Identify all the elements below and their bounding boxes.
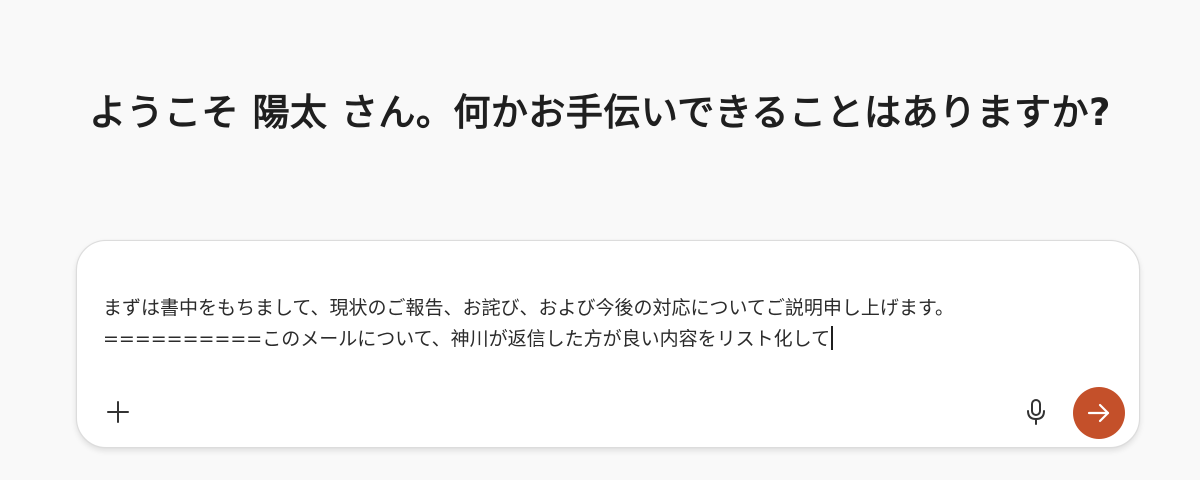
send-button[interactable] [1073, 387, 1125, 439]
message-line-1: まずは書中をもちまして、現状のご報告、お詫び、および今後の対応についてご説明申し… [103, 297, 955, 319]
message-composer[interactable]: まずは書中をもちまして、現状のご報告、お詫び、および今後の対応についてご説明申し… [76, 240, 1140, 448]
message-input[interactable]: まずは書中をもちまして、現状のご報告、お詫び、および今後の対応についてご説明申し… [103, 293, 1103, 355]
text-caret [831, 326, 834, 350]
chat-home: ようこそ 陽太 さん。何かお手伝いできることはありますか? まずは書中をもちまし… [0, 0, 1200, 480]
arrow-right-icon [1087, 403, 1110, 423]
voice-input-button[interactable] [1021, 397, 1051, 427]
plus-icon [107, 401, 129, 423]
microphone-icon [1027, 399, 1045, 425]
greeting-heading: ようこそ 陽太 さん。何かお手伝いできることはありますか? [89, 91, 1111, 134]
message-line-2: ==========このメールについて、神川が返信した方が良い内容をリスト化して [103, 328, 831, 350]
add-attachment-button[interactable] [103, 397, 133, 427]
